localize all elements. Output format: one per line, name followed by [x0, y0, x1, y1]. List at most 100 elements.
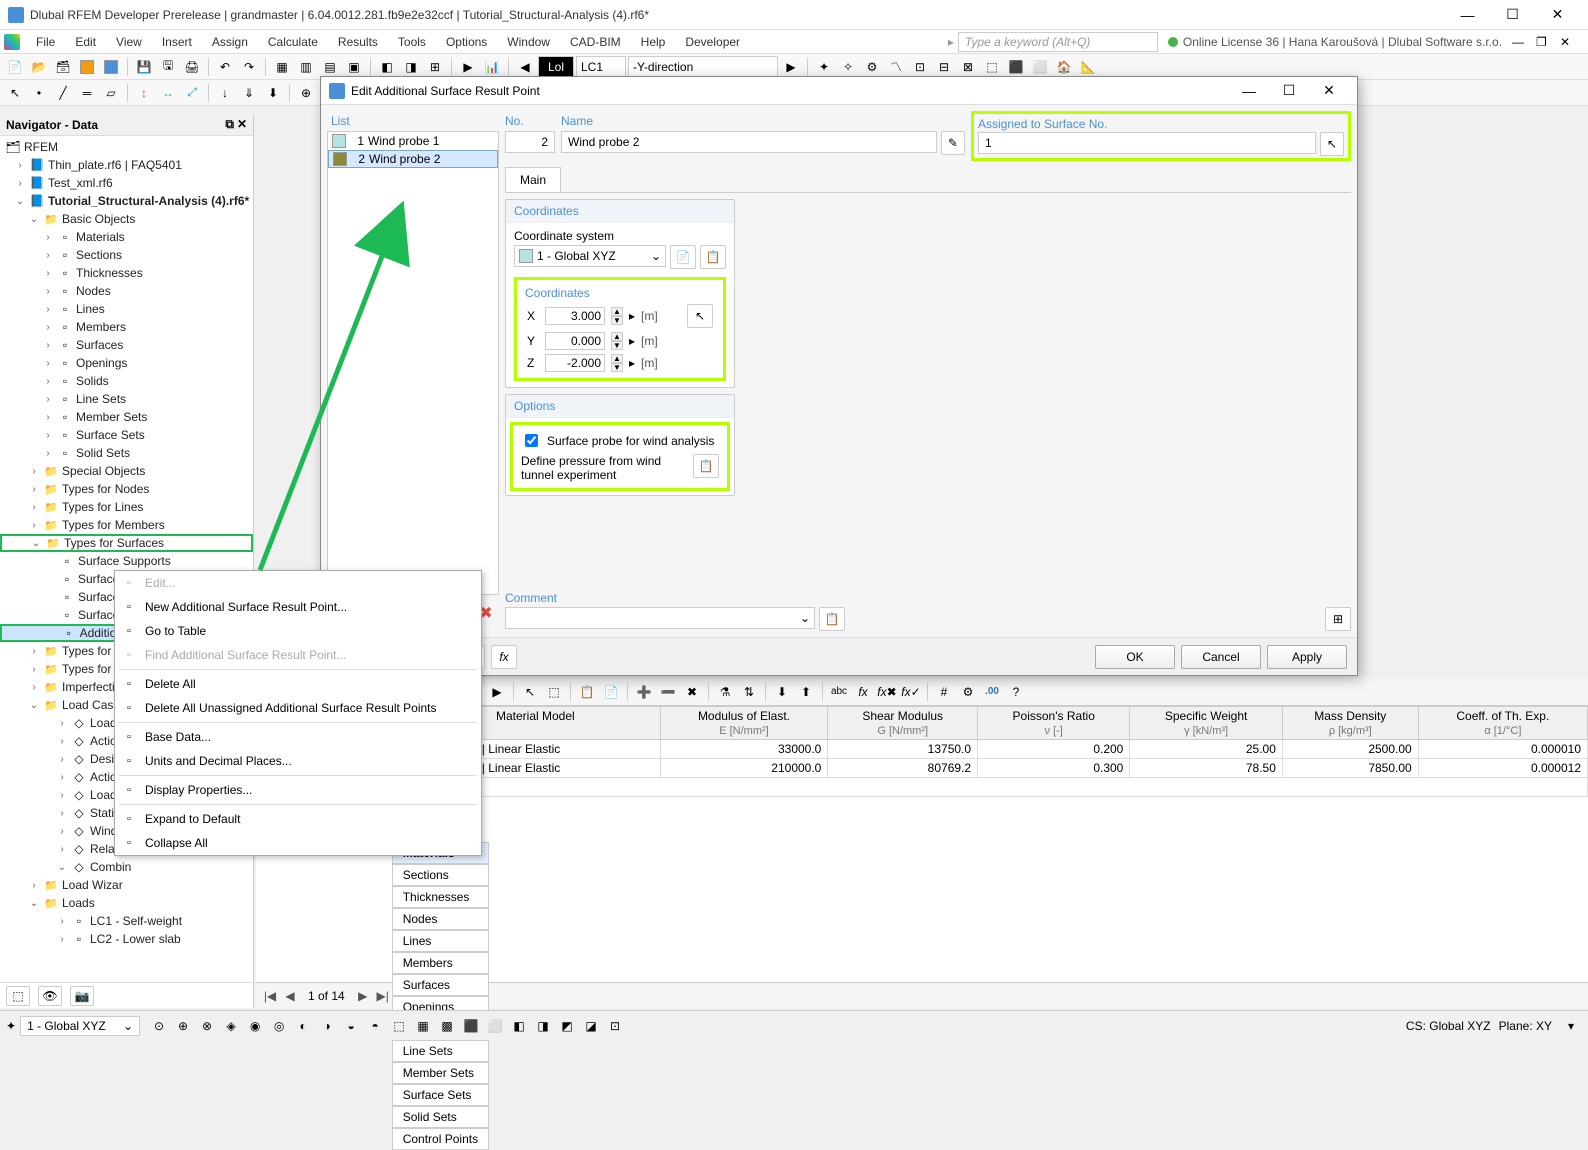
- minimize-button[interactable]: —: [1445, 1, 1490, 29]
- menu-help[interactable]: Help: [631, 30, 676, 53]
- bottom-tab-surfaces[interactable]: Surfaces: [392, 974, 489, 996]
- tree-basic-3[interactable]: ›▫Nodes: [0, 282, 253, 300]
- coord-system-new-button[interactable]: 📄: [670, 245, 696, 269]
- sb-icon-4[interactable]: ◈: [220, 1015, 242, 1037]
- tb-lc-desc-combo[interactable]: -Y-direction: [628, 56, 778, 78]
- bt-pick-icon[interactable]: ⬚: [543, 681, 565, 703]
- coord-system-edit-button[interactable]: 📋: [700, 245, 726, 269]
- bottom-tab-members[interactable]: Members: [392, 952, 489, 974]
- btab-last[interactable]: ▶|: [373, 989, 393, 1003]
- col-6[interactable]: Mass Densityρ [kg/m³]: [1282, 707, 1418, 740]
- tree-group-2[interactable]: ›Types for Lines: [0, 498, 253, 516]
- bt-select-icon[interactable]: ↖: [519, 681, 541, 703]
- tb-results-icon[interactable]: 📊: [481, 56, 503, 78]
- tb-extra2-icon[interactable]: ✧: [837, 56, 859, 78]
- tree-group-3[interactable]: ›Types for Members: [0, 516, 253, 534]
- tb2-snap-icon[interactable]: ⊕: [295, 82, 317, 104]
- coord-pick-button[interactable]: ↖: [687, 304, 713, 328]
- tb-next-icon[interactable]: ▶: [780, 56, 802, 78]
- list-row-1[interactable]: 1Wind probe 1: [328, 132, 498, 150]
- sb-icon-3[interactable]: ⊗: [196, 1015, 218, 1037]
- nav-footer-btn1[interactable]: ⬚: [6, 986, 30, 1006]
- tb-lol-combo[interactable]: Lol: [538, 56, 574, 78]
- coord-z-arrow-icon[interactable]: ▸: [629, 356, 635, 370]
- bt-settings-icon[interactable]: ⚙: [957, 681, 979, 703]
- tb-extra9-icon[interactable]: ⬛: [1005, 56, 1027, 78]
- tb2-axis-z-icon[interactable]: ⤢: [181, 82, 203, 104]
- bt-fxx-icon[interactable]: fx✖: [876, 681, 898, 703]
- bt-addrow-icon[interactable]: ➕: [633, 681, 655, 703]
- dialog-maximize-button[interactable]: ☐: [1269, 78, 1309, 104]
- tb-new-icon[interactable]: 📄: [4, 56, 26, 78]
- tree-basic-6[interactable]: ›▫Surfaces: [0, 336, 253, 354]
- keyword-search[interactable]: Type a keyword (Alt+Q): [958, 32, 1158, 52]
- list-row-2[interactable]: 2Wind probe 2: [328, 150, 498, 168]
- context-item-2[interactable]: ▫Go to Table: [115, 619, 481, 643]
- col-7[interactable]: Coeff. of Th. Exp.α [1/°C]: [1418, 707, 1587, 740]
- tb-extra3-icon[interactable]: ⚙: [861, 56, 883, 78]
- tree-types-surfaces[interactable]: Types for Surfaces: [64, 536, 164, 550]
- tree-basic-7[interactable]: ›▫Openings: [0, 354, 253, 372]
- tb-view3-icon[interactable]: ⊞: [424, 56, 446, 78]
- tree-basic-objects[interactable]: Basic Objects: [62, 212, 135, 226]
- sb-icon-19[interactable]: ◪: [580, 1015, 602, 1037]
- tree-surface-type-0[interactable]: ▫Surface Supports: [0, 552, 253, 570]
- btab-next[interactable]: ▶: [353, 989, 373, 1003]
- sb-icon-17[interactable]: ◨: [532, 1015, 554, 1037]
- tb-extra1-icon[interactable]: ✦: [813, 56, 835, 78]
- tree-after-load-1[interactable]: ⌄Loads: [0, 894, 253, 912]
- option-define-button[interactable]: 📋: [693, 454, 719, 478]
- tb2-load3-icon[interactable]: ⬇: [262, 82, 284, 104]
- tb2-line-icon[interactable]: ╱: [52, 82, 74, 104]
- bt-filter-icon[interactable]: ⚗: [714, 681, 736, 703]
- sb-icon-20[interactable]: ⊡: [604, 1015, 626, 1037]
- context-item-8[interactable]: ▫Base Data...: [115, 725, 481, 749]
- tree-basic-9[interactable]: ›▫Line Sets: [0, 390, 253, 408]
- tb-undo-icon[interactable]: ↶: [214, 56, 236, 78]
- bottom-tab-solid-sets[interactable]: Solid Sets: [392, 1106, 489, 1128]
- coord-z-down[interactable]: ▼: [611, 363, 623, 372]
- menu-tools[interactable]: Tools: [388, 30, 436, 53]
- sb-icon-7[interactable]: ◐: [292, 1015, 314, 1037]
- context-item-11[interactable]: ▫Display Properties...: [115, 778, 481, 802]
- menu-cadbim[interactable]: CAD-BIM: [560, 30, 631, 53]
- bt-hash-icon[interactable]: #: [933, 681, 955, 703]
- bt-delrow-icon[interactable]: ➖: [657, 681, 679, 703]
- panel-close-button[interactable]: ✕: [1560, 35, 1584, 49]
- panel-minimize-button[interactable]: —: [1512, 35, 1536, 49]
- sb-icon-6[interactable]: ◎: [268, 1015, 290, 1037]
- bt-export-icon[interactable]: ⬇: [771, 681, 793, 703]
- tb-extra7-icon[interactable]: ⊠: [957, 56, 979, 78]
- tree-basic-2[interactable]: ›▫Thicknesses: [0, 264, 253, 282]
- tb-grid1-icon[interactable]: ▦: [271, 56, 293, 78]
- tb-extra6-icon[interactable]: ⊟: [933, 56, 955, 78]
- bt-units2-icon[interactable]: .00: [981, 681, 1003, 703]
- dialog-assigned-pick-button[interactable]: ↖: [1320, 132, 1344, 156]
- tree-root[interactable]: RFEM: [24, 140, 58, 154]
- tree-group-0[interactable]: ›Special Objects: [0, 462, 253, 480]
- tb2-node-icon[interactable]: •: [28, 82, 50, 104]
- nav-eye-icon[interactable]: 👁: [38, 986, 62, 1006]
- bt-fxc-icon[interactable]: fx✓: [900, 681, 922, 703]
- tb-grid3-icon[interactable]: ▤: [319, 56, 341, 78]
- tb-view2-icon[interactable]: ◨: [400, 56, 422, 78]
- sb-icon-13[interactable]: ▩: [436, 1015, 458, 1037]
- menu-edit[interactable]: Edit: [65, 30, 106, 53]
- sb-icon-1[interactable]: ⊙: [148, 1015, 170, 1037]
- menu-results[interactable]: Results: [328, 30, 388, 53]
- tb2-member-icon[interactable]: ═: [76, 82, 98, 104]
- tb-saveall-icon[interactable]: 🖫: [157, 56, 179, 78]
- bt-copy-icon[interactable]: 📋: [576, 681, 598, 703]
- tb-open-icon[interactable]: 📂: [28, 56, 50, 78]
- tb-box-icon[interactable]: [76, 56, 98, 78]
- tb2-cursor-icon[interactable]: ↖: [4, 82, 26, 104]
- tb-prev-icon[interactable]: ◀: [514, 56, 536, 78]
- tree-basic-8[interactable]: ›▫Solids: [0, 372, 253, 390]
- coord-y-down[interactable]: ▼: [611, 341, 623, 350]
- coord-x-input[interactable]: [545, 307, 605, 325]
- nav-camera-icon[interactable]: 📷: [70, 986, 94, 1006]
- dialog-minimize-button[interactable]: —: [1229, 78, 1269, 104]
- tb-block-icon[interactable]: [100, 56, 122, 78]
- tb-lc-combo[interactable]: LC1: [576, 56, 626, 78]
- close-button[interactable]: ✕: [1535, 1, 1580, 29]
